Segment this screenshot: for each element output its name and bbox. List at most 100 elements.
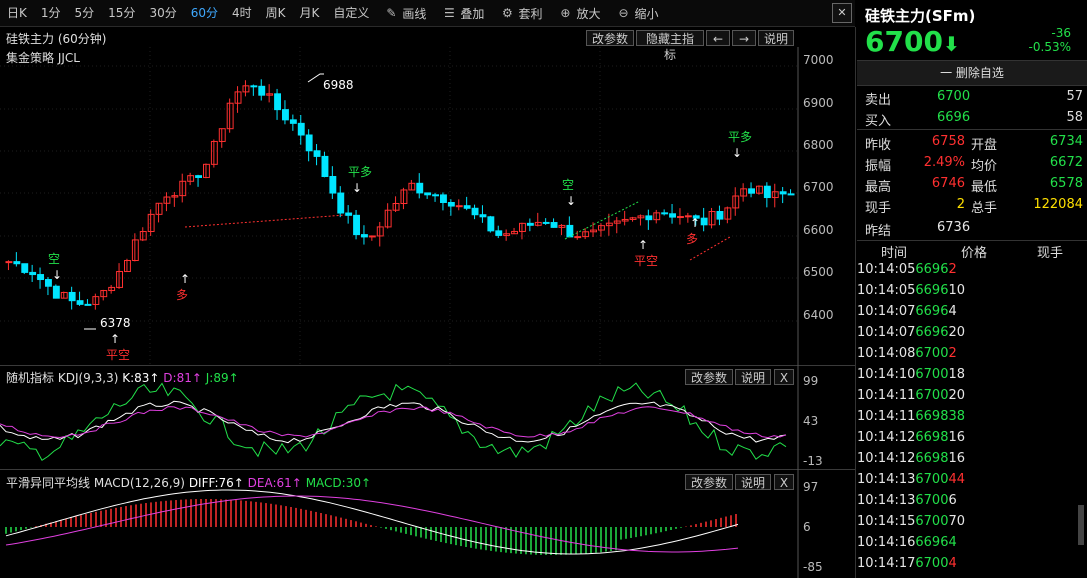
high-marker <box>307 73 324 83</box>
stat-row: 现手 2 总手 122084 <box>857 195 1087 216</box>
tick-volume: 70 <box>948 514 966 529</box>
tick-row: 10:14:10670018 <box>857 367 1087 388</box>
period-tab-9[interactable]: 自定义 <box>326 0 376 26</box>
candle-body <box>447 202 455 207</box>
stat-row: 最高 6746 最低 6578 <box>857 174 1087 195</box>
candle-body <box>297 122 305 136</box>
candle-body <box>700 217 708 226</box>
sell-label: 卖出 <box>865 93 892 108</box>
signal-arrow: ↑ <box>180 272 190 286</box>
tick-volume: 4 <box>948 556 957 571</box>
strategy-line <box>184 214 346 228</box>
tick-row: 10:14:0867002 <box>857 346 1087 367</box>
tick-price: 6700 <box>915 556 949 571</box>
remove-watchlist-button[interactable]: 一 删除自选 <box>857 60 1087 86</box>
low-label: 6378 <box>100 316 131 330</box>
close-chart-button[interactable]: ✕ <box>832 3 852 23</box>
stat-row: 振幅 2.49% 均价 6672 <box>857 153 1087 174</box>
signal-label: 多 <box>686 232 698 246</box>
tick-volume: 6 <box>948 493 957 508</box>
kdj-k-line <box>0 400 787 444</box>
stat-value: 6672 <box>1049 155 1083 170</box>
candle-body <box>416 182 424 194</box>
chart-area: 硅铁主力 (60分钟) 集金策略 JJCL 改参数 隐藏主指标 ← → 说明 随… <box>0 27 856 578</box>
tick-price: 6696 <box>915 262 949 277</box>
candle-body <box>250 85 258 88</box>
candle-body <box>384 209 392 228</box>
candle-body <box>724 207 732 220</box>
period-tab-2[interactable]: 5分 <box>68 0 102 26</box>
period-tab-0[interactable]: 日K <box>0 0 34 26</box>
tick-scrollbar[interactable] <box>1078 505 1084 545</box>
candle-body <box>526 222 534 226</box>
tick-header-price: 价格 <box>961 246 988 261</box>
stat-value: 6746 <box>931 176 965 191</box>
tick-price: 6696 <box>915 304 949 319</box>
stat-value: 6578 <box>1049 176 1083 191</box>
stat-value: 6758 <box>931 134 965 149</box>
period-tab-7[interactable]: 周K <box>259 0 293 26</box>
strategy-line <box>564 200 641 240</box>
candle-body <box>321 155 329 178</box>
candle-body <box>68 291 76 302</box>
period-tab-5[interactable]: 60分 <box>184 0 225 26</box>
zoom-out-icon: ⊖ <box>618 6 629 20</box>
signal-label: 平多 <box>728 130 752 144</box>
tick-row: 10:14:05669610 <box>857 283 1087 304</box>
stat-value: 122084 <box>1033 197 1083 212</box>
tick-row: 10:14:11669838 <box>857 409 1087 430</box>
tick-time: 10:14:12 <box>857 430 916 445</box>
tool-button-4[interactable]: ⊖ 缩小 <box>608 0 666 26</box>
period-tab-3[interactable]: 15分 <box>101 0 142 26</box>
tick-row: 10:14:12669816 <box>857 451 1087 472</box>
tick-price: 6700 <box>915 388 949 403</box>
tick-time: 10:14:12 <box>857 451 916 466</box>
tool-label: 画线 <box>402 6 427 21</box>
contract-title: 硅铁主力(SFm) <box>865 7 976 25</box>
tool-label: 放大 <box>576 6 601 21</box>
candle-body <box>503 233 511 236</box>
candlestick-chart[interactable]: 6988 6378 空 ↓ 平空 ↑ 多 ↑ 平多 ↓ 空 ↓ 平空 ↑ 多 ↑ 平多 ↓ <box>0 27 855 578</box>
candle-body <box>605 222 613 227</box>
tool-button-2[interactable]: ⚙ 套利 <box>492 0 550 26</box>
stat-value: 2.49% <box>923 155 965 170</box>
period-tab-8[interactable]: 月K <box>293 0 327 26</box>
tick-row: 10:14:0766964 <box>857 304 1087 325</box>
tick-volume: 16 <box>948 451 966 466</box>
tick-time: 10:14:16 <box>857 535 916 550</box>
tool-button-0[interactable]: ✎ 画线 <box>376 0 434 26</box>
buy-row: 买入 6696 58 <box>857 108 1087 129</box>
tool-button-1[interactable]: ☰ 叠加 <box>434 0 492 26</box>
price-change-pct: -0.53% <box>1028 40 1071 54</box>
settle-label: 昨结 <box>865 224 892 239</box>
candle-body <box>440 194 447 204</box>
period-toolbar: 日K 1分 5分 15分 30分 60分 4时 周K 月K 自定义 ✎ 画线 ☰ 叠加 ⚙ 套利 ⊕ 放大 ⊖ 缩小 <box>0 0 855 27</box>
tick-time: 10:14:08 <box>857 346 916 361</box>
tick-time: 10:14:13 <box>857 493 916 508</box>
candle-body <box>432 194 440 197</box>
period-tab-4[interactable]: 30分 <box>142 0 183 26</box>
signal-label: 空 <box>562 178 574 192</box>
tick-time: 10:14:15 <box>857 514 916 529</box>
candle-body <box>13 261 21 265</box>
candle-body <box>92 296 100 305</box>
stat-label: 开盘 <box>971 138 998 153</box>
tick-price: 6700 <box>915 514 949 529</box>
sell-price: 6700 <box>937 89 971 104</box>
tick-time: 10:14:10 <box>857 367 916 382</box>
tick-time: 10:14:11 <box>857 409 916 424</box>
settle-row: 昨结 6736 <box>857 218 1087 239</box>
period-tab-6[interactable]: 4时 <box>225 0 259 26</box>
signal-arrow: ↑ <box>638 238 648 252</box>
tick-price: 6696 <box>915 325 949 340</box>
tool-button-3[interactable]: ⊕ 放大 <box>550 0 608 26</box>
candle-body <box>21 263 29 273</box>
kdj-d-line <box>0 406 787 439</box>
stat-value: 6734 <box>1049 134 1083 149</box>
period-tab-1[interactable]: 1分 <box>34 0 68 26</box>
buy-price: 6696 <box>937 110 971 125</box>
zoom-in-icon: ⊕ <box>560 6 571 20</box>
tick-row: 10:14:12669816 <box>857 430 1087 451</box>
candle-body <box>282 109 289 121</box>
tick-time: 10:14:05 <box>857 262 916 277</box>
